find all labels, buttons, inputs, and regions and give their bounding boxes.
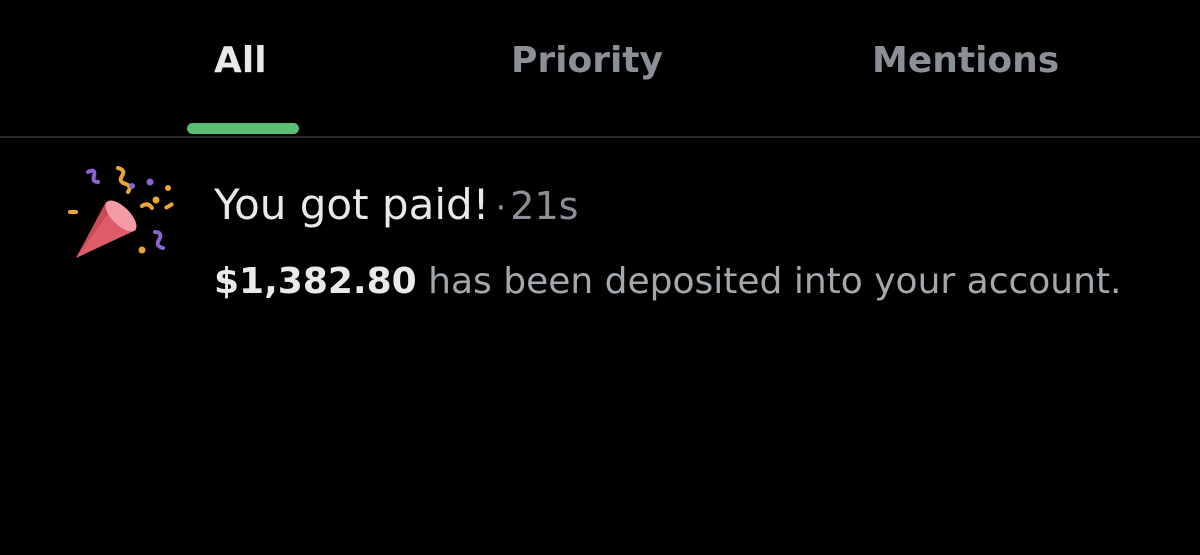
notifications-tab-bar: All Priority Mentions	[0, 0, 1200, 138]
party-popper-icon	[60, 160, 182, 270]
notification-body: $1,382.80 has been deposited into your a…	[214, 257, 1122, 307]
tab-priority[interactable]: Priority	[511, 38, 663, 84]
notification-timestamp: 21s	[510, 184, 579, 228]
notification-title: You got paid!	[214, 180, 490, 229]
deposit-amount: $1,382.80	[214, 261, 417, 302]
tab-mentions[interactable]: Mentions	[872, 38, 1059, 84]
notification-title-line: You got paid! · 21s	[214, 178, 578, 235]
notification-item[interactable]: You got paid! · 21s $1,382.80 has been dep…	[0, 138, 1200, 338]
notification-message: has been deposited into your account.	[428, 261, 1122, 302]
title-separator: ·	[495, 188, 507, 228]
active-tab-indicator	[187, 123, 299, 134]
tab-all[interactable]: All	[214, 38, 267, 84]
